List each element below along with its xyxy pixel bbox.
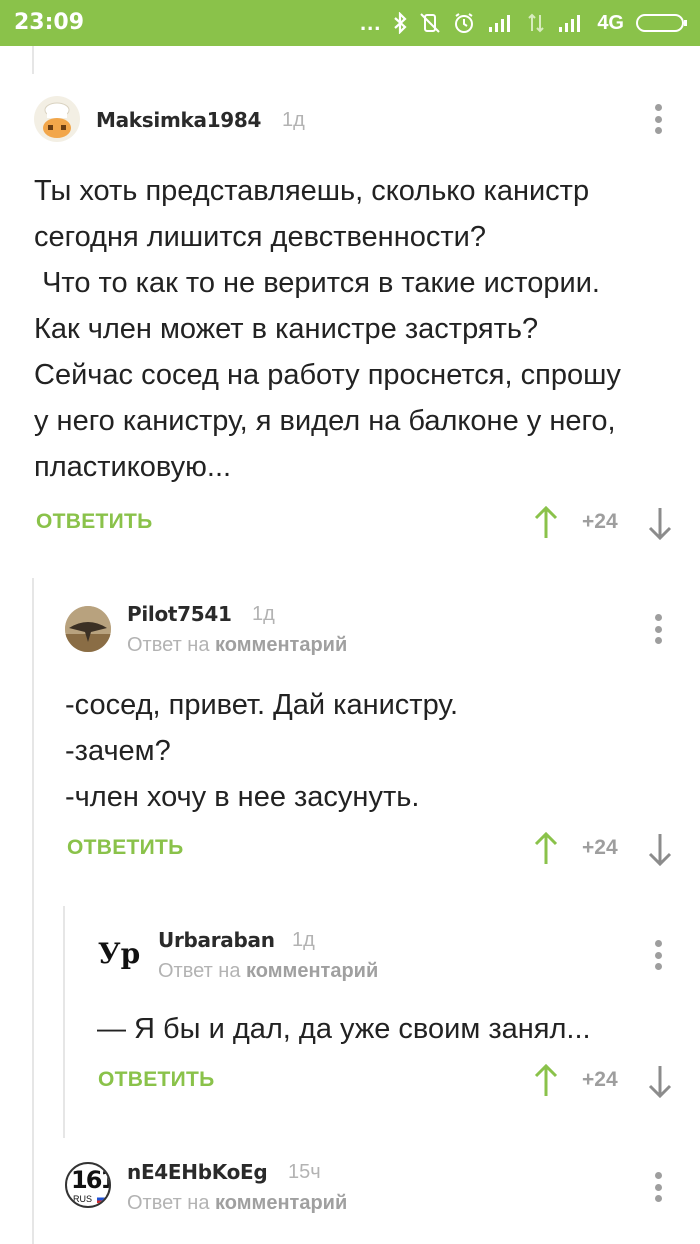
comment-time: 15ч — [288, 1161, 321, 1183]
flag-icon — [97, 1195, 106, 1203]
avatar-text: 161 — [71, 1166, 111, 1194]
comment-ne4ehbkoeg: 161 RUS nE4EHbKoEg 15ч Ответ на коммента… — [0, 0, 700, 1244]
avatar[interactable]: 161 RUS — [65, 1162, 111, 1208]
reply-to-link[interactable]: комментарий — [215, 1192, 347, 1214]
avatar-subtext: RUS — [73, 1194, 93, 1204]
comment-author[interactable]: nE4EHbKoEg — [127, 1160, 268, 1184]
reply-to-prefix: Ответ на — [127, 1192, 210, 1214]
reply-to-label: Ответ на комментарий — [127, 1192, 347, 1215]
more-options-icon[interactable] — [648, 1170, 668, 1204]
